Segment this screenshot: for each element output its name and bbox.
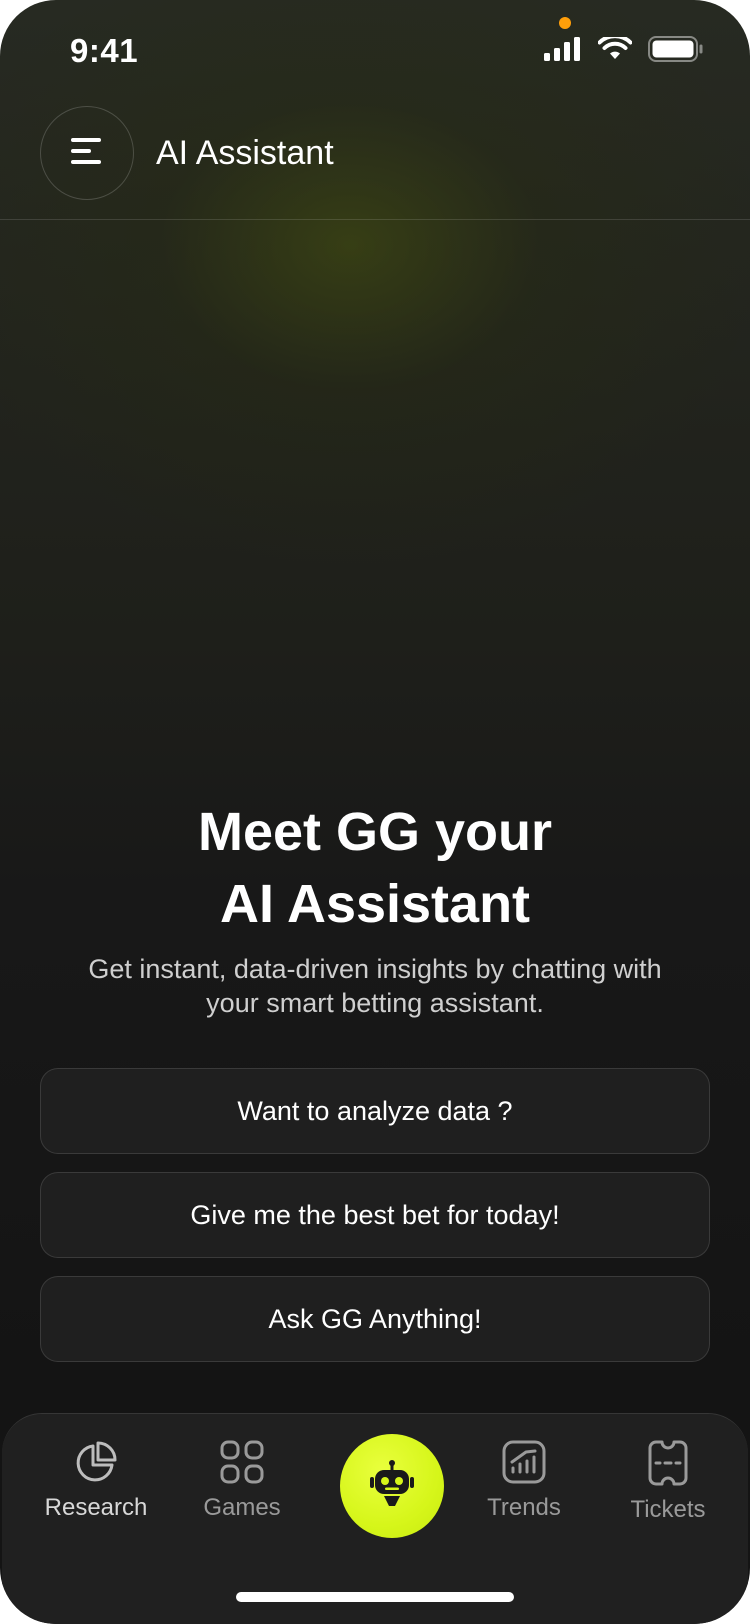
status-time: 9:41: [70, 32, 139, 69]
suggestion-list: Want to analyze data ? Give me the best …: [40, 1068, 710, 1380]
home-indicator: [236, 1592, 514, 1602]
grid-icon: [172, 1440, 312, 1484]
tab-games-label: Games: [203, 1494, 281, 1521]
ai-assistant-button[interactable]: [340, 1434, 444, 1538]
tab-research-label: Research: [44, 1494, 148, 1521]
page-title: AI Assistant: [156, 134, 334, 172]
ticket-icon: [598, 1440, 738, 1486]
tab-trends-label: Trends: [487, 1494, 561, 1521]
app-screen: 9:41 AI Assistant Meet GG your AI Assist…: [0, 0, 750, 1624]
hero-title: Meet GG your AI Assistant: [0, 796, 750, 940]
battery-icon: [648, 36, 704, 67]
recording-indicator: [559, 17, 571, 29]
tab-trends[interactable]: Trends: [454, 1440, 594, 1522]
wifi-icon: [597, 34, 633, 66]
suggestion-best-bet-button[interactable]: Give me the best bet for today!: [40, 1172, 710, 1258]
tab-games[interactable]: Games: [172, 1440, 312, 1522]
cellular-signal-icon: [544, 37, 582, 66]
menu-button[interactable]: [40, 106, 134, 200]
pie-chart-icon: [26, 1440, 166, 1484]
status-icons: [544, 34, 704, 67]
robot-icon: [368, 1459, 416, 1514]
menu-icon: [69, 136, 105, 171]
app-header: AI Assistant: [0, 100, 750, 220]
status-bar: 9:41: [0, 0, 750, 100]
hero-subtitle: Get instant, data-driven insights by cha…: [88, 954, 662, 1018]
trend-chart-icon: [454, 1440, 594, 1484]
hero-title-line-2: AI Assistant: [219, 874, 531, 934]
tab-tickets-label: Tickets: [630, 1496, 706, 1523]
suggestion-ask-anything-button[interactable]: Ask GG Anything!: [40, 1276, 710, 1362]
suggestion-analyze-data-button[interactable]: Want to analyze data ?: [40, 1068, 710, 1154]
hero-title-line-1: Meet GG your: [197, 802, 553, 862]
tab-tickets[interactable]: Tickets: [598, 1440, 738, 1524]
tab-research[interactable]: Research: [26, 1440, 166, 1522]
